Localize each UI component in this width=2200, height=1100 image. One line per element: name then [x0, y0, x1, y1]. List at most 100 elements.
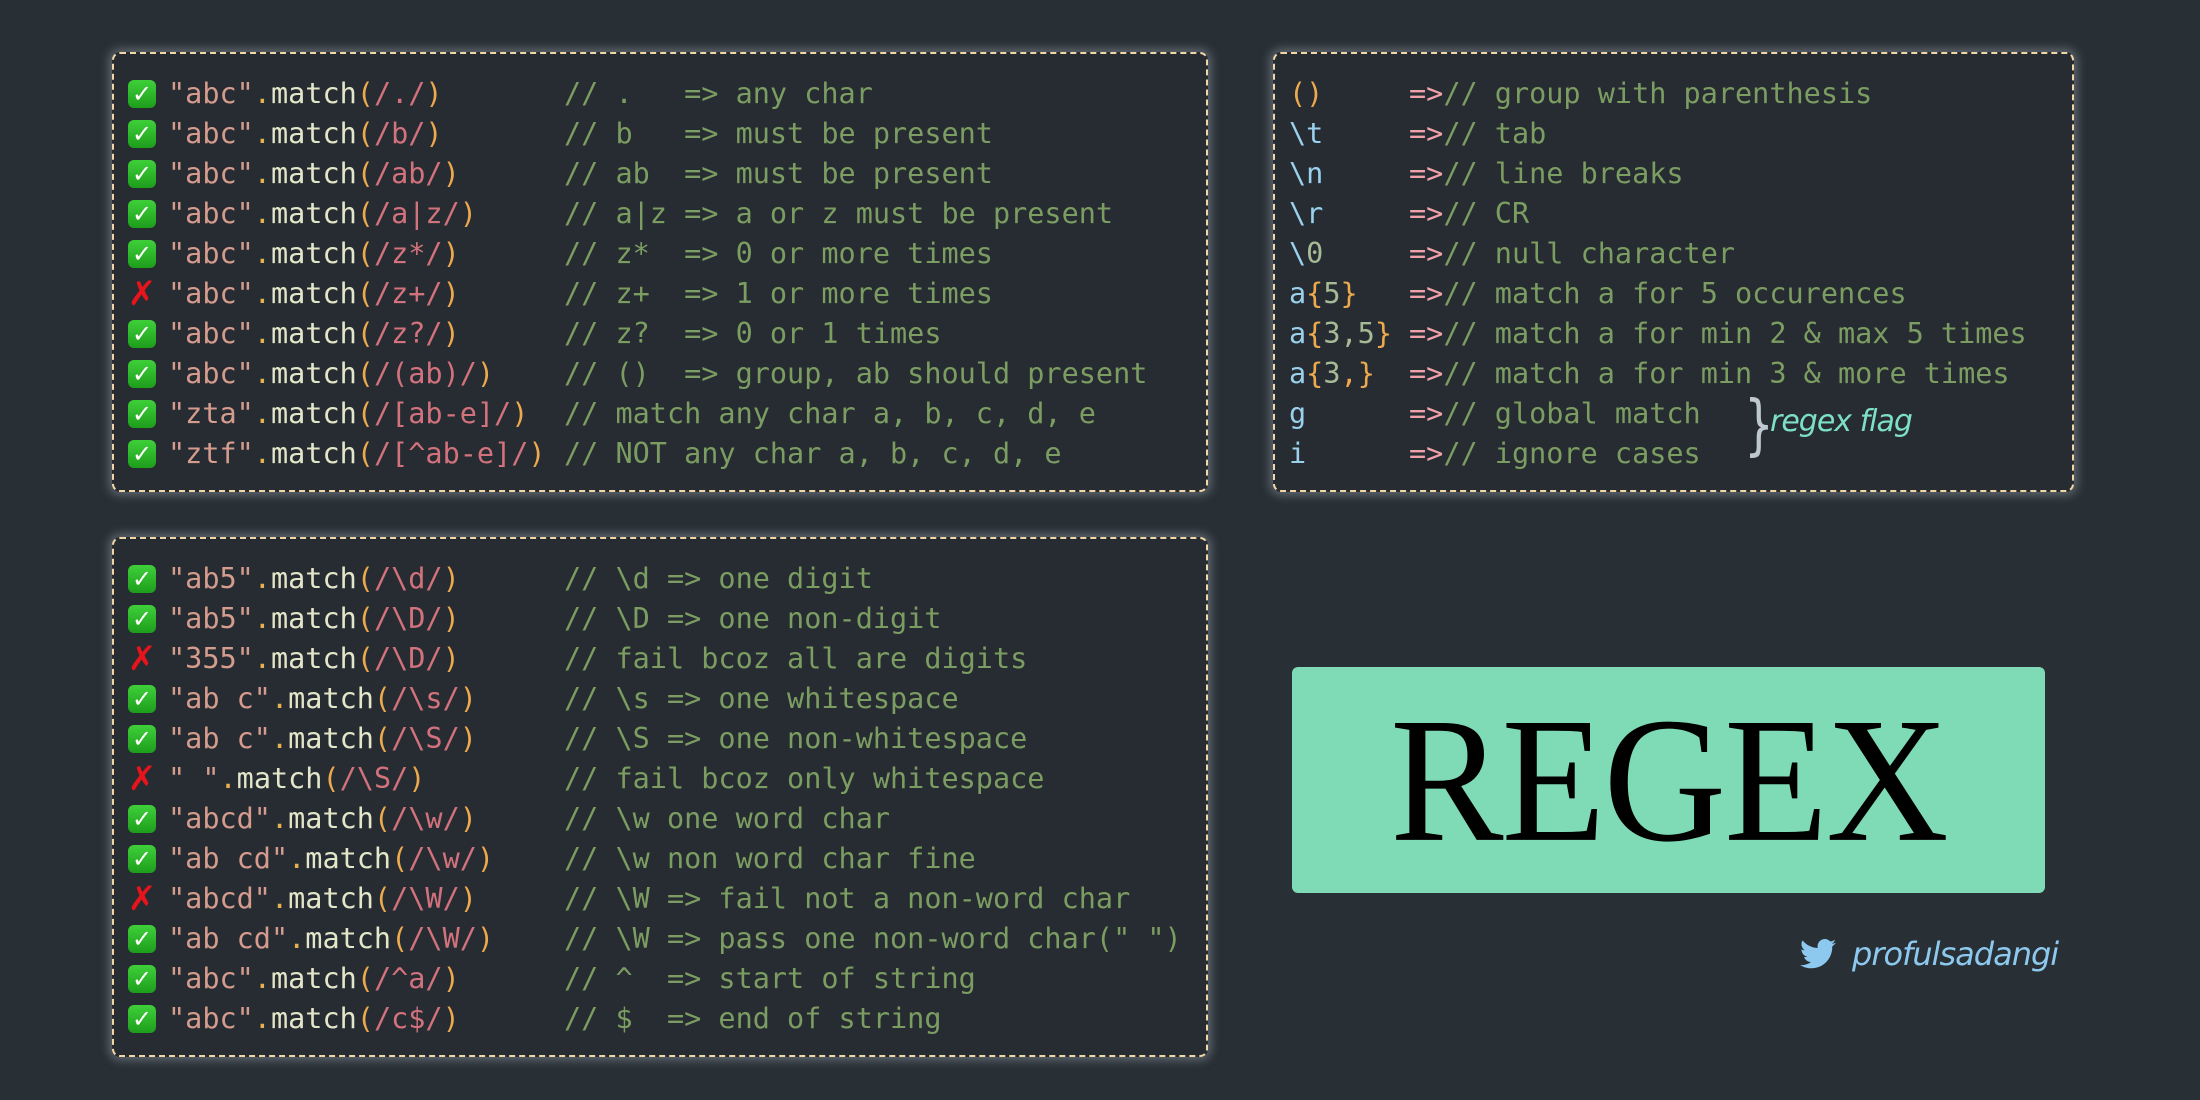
method-name: match	[288, 882, 374, 915]
method-name: match	[270, 157, 357, 190]
comment: // \W => fail not a non-word char	[564, 882, 1131, 915]
match-expression: "ab c".match(/\S/)	[168, 719, 564, 759]
test-string: "ab5"	[168, 602, 254, 635]
match-expression: "ab5".match(/\D/)	[168, 599, 564, 639]
check-icon: ✓	[128, 120, 156, 148]
comment: // \s => one whitespace	[564, 682, 959, 715]
open-paren: (	[373, 802, 392, 835]
basic-patterns-panel: ✓ "abc".match(/./)// . => any char ✓ "abc".…	[112, 52, 1208, 492]
match-expression: "ab cd".match(/\w/)	[168, 839, 564, 879]
method-dot: .	[253, 437, 271, 470]
code-line: ✓ "ztf".match(/[^ab-e]/)// NOT any char a…	[128, 434, 1147, 474]
regex-token: \n	[1289, 154, 1409, 194]
method-name: match	[270, 962, 357, 995]
comment: // z? => 0 or 1 times	[564, 317, 942, 350]
token-part: ()	[1289, 77, 1324, 110]
special-line: g => // global match	[1289, 394, 2027, 434]
special-line: \0 => // null character	[1289, 234, 2027, 274]
close-paren: )	[511, 397, 529, 430]
match-expression: "355".match(/\D/)	[168, 639, 564, 679]
open-paren: (	[391, 922, 409, 955]
code-line: ✗ "355".match(/\D/)// fail bcoz all are d…	[128, 639, 1182, 679]
arrow: =>	[1409, 437, 1444, 470]
close-paren: )	[442, 237, 460, 270]
match-expression: "ztf".match(/[^ab-e]/)	[168, 434, 564, 474]
method-name: match	[270, 602, 357, 635]
special-line: i => // ignore cases	[1289, 434, 2027, 474]
check-icon: ✓	[128, 160, 156, 188]
comment: // CR	[1443, 197, 1530, 230]
open-paren: (	[356, 197, 374, 230]
regex-literal: /\W/	[408, 922, 477, 955]
token-part: {	[1306, 317, 1324, 350]
code-line: ✓ "ab c".match(/\s/)// \s => one whitespa…	[128, 679, 1182, 719]
check-icon: ✓	[128, 925, 156, 953]
check-icon: ✓	[128, 440, 156, 468]
method-name: match	[270, 1002, 357, 1035]
comment: // a|z => a or z must be present	[564, 197, 1114, 230]
method-dot: .	[253, 77, 271, 110]
test-string: "abc"	[168, 117, 254, 150]
check-icon: ✓	[128, 1005, 156, 1033]
method-name: match	[270, 117, 357, 150]
regex-literal: /z+/	[373, 277, 443, 310]
token-part: \t	[1289, 117, 1324, 150]
test-string: "ztf"	[168, 437, 254, 470]
check-icon: ✓	[128, 805, 156, 833]
close-paren: )	[442, 157, 460, 190]
open-paren: (	[322, 762, 340, 795]
match-expression: "abcd".match(/\w/)	[168, 799, 564, 839]
code-line: ✓ "abc".match(/^a/)// ^ => start of strin…	[128, 959, 1182, 999]
check-icon: ✓	[128, 80, 156, 108]
comment: // NOT any char a, b, c, d, e	[564, 437, 1062, 470]
token-part: }	[1340, 277, 1358, 310]
method-dot: .	[219, 762, 237, 795]
close-paren: )	[442, 317, 460, 350]
author-credit[interactable]: profulsadangi	[1800, 935, 2059, 973]
regex-literal: /\S/	[391, 722, 460, 755]
method-name: match	[288, 802, 374, 835]
arrow: =>	[1409, 117, 1444, 150]
code-line: ✓ "abc".match(/ab/)// ab => must be prese…	[128, 154, 1147, 194]
open-paren: (	[391, 842, 409, 875]
method-dot: .	[253, 317, 271, 350]
regex-token: \0	[1289, 234, 1409, 274]
close-paren: )	[476, 842, 495, 875]
match-expression: "abc".match(/^a/)	[168, 959, 564, 999]
close-paren: )	[528, 437, 546, 470]
regex-literal: /\W/	[391, 882, 460, 915]
method-name: match	[288, 722, 374, 755]
comment: // ^ => start of string	[564, 962, 976, 995]
regex-literal: /z?/	[373, 317, 443, 350]
test-string: "abcd"	[168, 802, 271, 835]
method-dot: .	[253, 117, 271, 150]
special-line: \r => // CR	[1289, 194, 2027, 234]
method-name: match	[270, 437, 357, 470]
char-classes-list: ✓ "ab5".match(/\d/)// \d => one digit ✓ "ab…	[128, 559, 1182, 1039]
method-name: match	[305, 922, 392, 955]
test-string: "abcd"	[168, 882, 271, 915]
token-part: 0	[1306, 237, 1324, 270]
close-paren: )	[459, 722, 477, 755]
comment: // match a for 5 occurences	[1443, 277, 1907, 310]
test-string: "abc"	[168, 317, 254, 350]
regex-literal: /\s/	[391, 682, 460, 715]
open-paren: (	[356, 962, 374, 995]
method-name: match	[270, 277, 357, 310]
token-part: \r	[1289, 197, 1324, 230]
token-part: g	[1289, 397, 1307, 430]
special-chars-panel: () => // group with parenthesis \t => // ta…	[1273, 52, 2074, 492]
regex-literal: /\w/	[391, 802, 460, 835]
test-string: "abc"	[168, 157, 254, 190]
check-icon: ✓	[128, 725, 156, 753]
close-paren: )	[442, 1002, 460, 1035]
open-paren: (	[356, 602, 374, 635]
test-string: "abc"	[168, 1002, 254, 1035]
close-paren: )	[408, 762, 426, 795]
code-line: ✓ "ab5".match(/\D/)// \D => one non-digit	[128, 599, 1182, 639]
code-line: ✓ "abc".match(/c$/)// $ => end of string	[128, 999, 1182, 1039]
comment: // fail bcoz only whitespace	[564, 762, 1045, 795]
method-dot: .	[253, 602, 271, 635]
twitter-bird-icon	[1800, 939, 1836, 969]
check-icon: ✓	[128, 240, 156, 268]
